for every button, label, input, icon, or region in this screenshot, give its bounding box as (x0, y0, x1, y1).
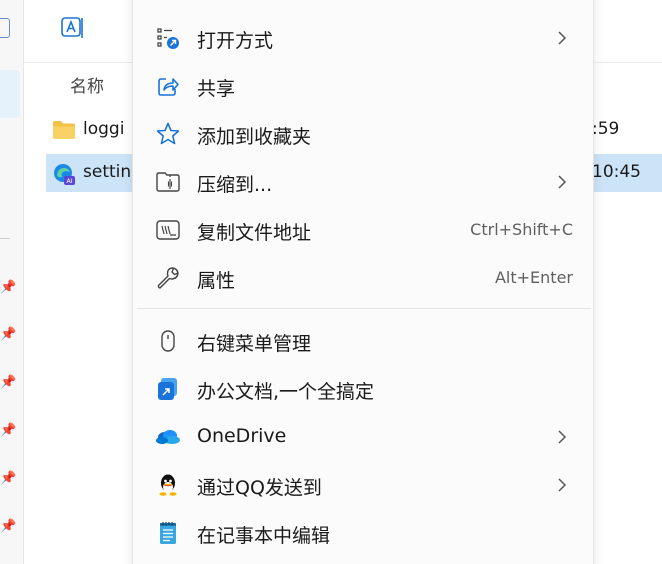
star-icon (155, 121, 181, 147)
nav-selected-item[interactable] (0, 70, 20, 118)
chevron-right-icon (555, 476, 569, 494)
open-with-icon (155, 25, 181, 51)
menu-item-edit-in-notepad[interactable]: 在记事本中编辑 (141, 510, 587, 554)
keyboard-shortcut: Ctrl+Shift+C (470, 220, 573, 239)
file-modified-time: :59 (592, 119, 620, 139)
qq-icon (155, 472, 181, 498)
pin-icon[interactable]: 📌 (0, 471, 16, 487)
edge-ai-file-icon: AI (52, 162, 76, 185)
menu-item-label: 右键菜单管理 (197, 333, 312, 355)
menu-item-label: 压缩到... (197, 174, 273, 196)
onedrive-icon (155, 424, 181, 450)
pin-icon[interactable]: 📌 (0, 423, 16, 439)
menu-item-office-docs[interactable]: 办公文档,一个全搞定 (141, 366, 587, 410)
file-name: loggi (83, 119, 125, 139)
copy-path-icon (155, 217, 181, 243)
svg-text:AI: AI (66, 177, 72, 185)
context-menu: 打开方式 共享 添加到收藏夹 压缩到... 复制文件地址 Ctrl+Shift+… (132, 0, 594, 564)
file-name: settin (83, 162, 132, 182)
copy-icon[interactable] (0, 18, 10, 38)
menu-item-compress-to[interactable]: 压缩到... (141, 159, 587, 203)
translate-icon[interactable] (60, 15, 86, 41)
notepad-icon (155, 520, 181, 546)
wrench-icon (155, 265, 181, 291)
menu-item-add-to-favorites[interactable]: 添加到收藏夹 (141, 111, 587, 155)
menu-item-open-with[interactable]: 打开方式 (141, 15, 587, 59)
menu-item-label: 打开方式 (197, 30, 274, 52)
menu-item-label: OneDrive (197, 425, 287, 447)
mouse-icon (155, 328, 181, 354)
file-modified-time: 10:45 (592, 162, 641, 182)
pin-icon[interactable]: 📌 (0, 375, 16, 391)
chevron-right-icon (555, 29, 569, 47)
menu-item-onedrive[interactable]: OneDrive (141, 414, 587, 458)
menu-item-label: 添加到收藏夹 (197, 126, 312, 148)
menu-item-label: 复制文件地址 (197, 222, 312, 244)
menu-item-label: 通过QQ发送到 (197, 477, 322, 499)
chevron-right-icon (555, 428, 569, 446)
menu-item-label: 在记事本中编辑 (197, 525, 331, 547)
menu-item-share[interactable]: 共享 (141, 63, 587, 107)
menu-item-label: 办公文档,一个全搞定 (197, 381, 375, 403)
pin-icon[interactable]: 📌 (0, 327, 16, 343)
navigation-pane: 📌 📌 📌 📌 📌 📌 (0, 0, 24, 564)
menu-item-label: 属性 (197, 270, 236, 292)
pin-icon[interactable]: 📌 (0, 280, 16, 296)
menu-item-label: 共享 (197, 78, 236, 100)
pin-icon[interactable]: 📌 (0, 519, 16, 535)
keyboard-shortcut: Alt+Enter (494, 268, 573, 287)
share-icon (155, 73, 181, 99)
folder-icon (52, 119, 76, 141)
menu-item-copy-path[interactable]: 复制文件地址 Ctrl+Shift+C (141, 207, 587, 251)
menu-item-context-menu-manager[interactable]: 右键菜单管理 (141, 318, 587, 362)
column-header-name[interactable]: 名称 (70, 72, 104, 97)
zip-folder-icon (155, 169, 181, 195)
nav-divider (0, 238, 10, 239)
menu-separator (137, 308, 591, 309)
office-doc-icon (155, 376, 181, 402)
menu-item-send-via-qq[interactable]: 通过QQ发送到 (141, 462, 587, 506)
menu-item-properties[interactable]: 属性 Alt+Enter (141, 255, 587, 299)
chevron-right-icon (555, 173, 569, 191)
